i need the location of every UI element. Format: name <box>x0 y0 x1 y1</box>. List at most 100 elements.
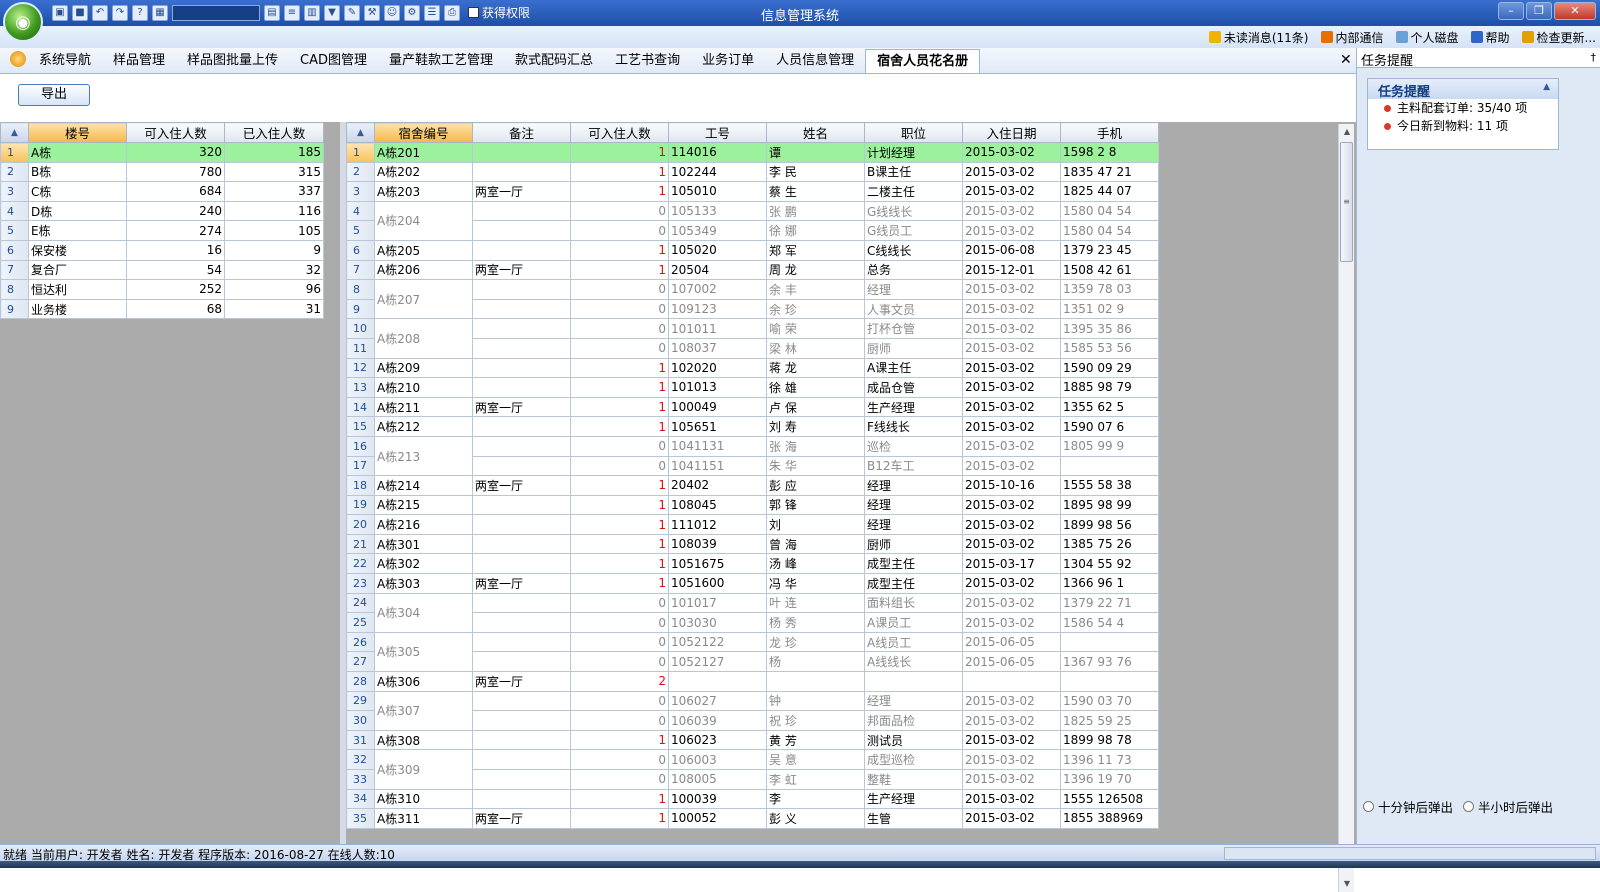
table-cell[interactable]: 李 虹 <box>766 769 865 790</box>
table-cell[interactable]: 1 <box>570 416 669 437</box>
table-cell[interactable] <box>472 690 571 712</box>
table-cell[interactable]: 1379 23 45 <box>1060 239 1159 261</box>
table-cell[interactable] <box>472 220 571 241</box>
table-cell[interactable]: 105133 <box>668 200 767 222</box>
table-row[interactable]: 12 A栋209 1 102020 蒋 龙 A课主任 2015-03-02 1590 09 2… <box>346 357 1159 379</box>
table-cell[interactable]: 1385 75 26 <box>1060 533 1159 555</box>
table-cell[interactable]: 109123 <box>668 298 767 320</box>
table-cell[interactable]: 2015-03-02 <box>962 220 1061 241</box>
room-id-cell[interactable]: A栋309 <box>374 749 473 790</box>
table-cell[interactable]: 卢 保 <box>766 396 865 418</box>
row-number[interactable]: 32 <box>346 749 375 770</box>
table-cell[interactable] <box>472 279 571 300</box>
row-number[interactable]: 11 <box>346 337 375 359</box>
table-cell[interactable]: 1 <box>570 808 669 829</box>
row-number[interactable]: 24 <box>346 592 375 614</box>
table-cell[interactable]: 吴 意 <box>766 749 865 770</box>
tab-2[interactable]: 样品图批量上传 <box>176 49 289 73</box>
table-cell[interactable]: 102244 <box>668 161 767 183</box>
table-cell[interactable]: 1 <box>570 475 669 496</box>
table-cell[interactable]: 114016 <box>668 142 767 163</box>
row-number[interactable]: 21 <box>346 533 375 555</box>
ten-minute-radio[interactable]: 十分钟后弹出 <box>1363 797 1453 816</box>
table-cell[interactable]: A课员工 <box>864 612 963 633</box>
table-cell[interactable]: 曾 海 <box>766 533 865 555</box>
tab-9[interactable]: 宿舍人员花名册 <box>865 49 981 73</box>
table-cell[interactable]: 恒达利 <box>28 279 127 300</box>
table-cell[interactable]: 1 <box>570 357 669 379</box>
export-button[interactable]: 导出 <box>18 84 90 106</box>
table-cell[interactable]: G线员工 <box>864 220 963 241</box>
table-cell[interactable]: 105 <box>224 220 324 241</box>
table-cell[interactable]: 经理 <box>864 514 963 535</box>
table-cell[interactable]: 103030 <box>668 612 767 633</box>
table-cell[interactable]: 两室一厅 <box>472 808 571 829</box>
row-number[interactable]: 2 <box>0 161 29 183</box>
table-cell[interactable]: 0 <box>570 592 669 614</box>
table-cell[interactable]: 面料组长 <box>864 592 963 614</box>
table-cell[interactable]: 9 <box>224 239 324 261</box>
table-cell[interactable]: 16 <box>126 239 225 261</box>
table-cell[interactable] <box>472 357 571 379</box>
table-row[interactable]: 10 A栋208 0 101011 喻 荣打杯仓管 2015-03-02 1395 35 8… <box>346 318 1159 359</box>
edit-icon[interactable]: ✎ <box>344 4 360 21</box>
row-number[interactable]: 17 <box>346 455 375 477</box>
table-cell[interactable]: 钟 <box>766 690 865 712</box>
table-cell[interactable]: 1855 388969 <box>1060 808 1159 829</box>
row-number[interactable]: 3 <box>346 181 375 202</box>
table-cell[interactable]: 31 <box>224 298 324 320</box>
menu-item-4[interactable]: 检查更新... <box>1521 29 1596 46</box>
table-cell[interactable]: 2015-06-08 <box>962 239 1061 261</box>
table-cell[interactable]: 复合厂 <box>28 259 127 281</box>
table-cell[interactable]: E栋 <box>28 220 127 241</box>
table-cell[interactable]: 2015-03-02 <box>962 710 1061 731</box>
table-cell[interactable]: 1396 19 70 <box>1060 769 1159 790</box>
row-number[interactable]: 31 <box>346 729 375 751</box>
table-cell[interactable]: 2015-03-02 <box>962 279 1061 300</box>
table-row[interactable]: 28 A栋306 两室一厅 2 <box>346 671 1159 692</box>
table-cell[interactable]: 2015-03-17 <box>962 553 1061 575</box>
table-cell[interactable]: 2015-03-02 <box>962 612 1061 633</box>
row-number[interactable]: 14 <box>346 396 375 418</box>
table-row[interactable]: 19 A栋215 1 108045 郭 锋经理 2015-03-02 1895 98 99 <box>346 494 1159 516</box>
table-cell[interactable]: 1 <box>570 259 669 281</box>
row-number[interactable]: 10 <box>346 318 375 339</box>
table-cell[interactable]: 1835 47 21 <box>1060 161 1159 183</box>
table-cell[interactable]: 2015-03-02 <box>962 377 1061 398</box>
table-cell[interactable]: 0 <box>570 651 669 673</box>
table-cell[interactable]: 1895 98 99 <box>1060 494 1159 516</box>
row-number[interactable]: 26 <box>346 631 375 653</box>
table-cell[interactable]: 经理 <box>864 475 963 496</box>
half-hour-radio[interactable]: 半小时后弹出 <box>1463 797 1553 816</box>
row-number[interactable]: 8 <box>346 279 375 300</box>
room-id-cell[interactable]: A栋213 <box>374 435 473 477</box>
table-cell[interactable] <box>472 553 571 575</box>
room-id-cell[interactable]: A栋308 <box>374 729 473 751</box>
table-cell[interactable]: 2015-03-02 <box>962 416 1061 437</box>
table-row[interactable]: 35 A栋311 两室一厅 1 100052 彭 义生管 2015-03-02 1855 38… <box>346 808 1159 829</box>
table-row[interactable]: 6 保安楼 16 9 <box>0 239 324 261</box>
table-cell[interactable]: 经理 <box>864 279 963 300</box>
table-cell[interactable]: 1885 98 79 <box>1060 377 1159 398</box>
table-cell[interactable]: 102020 <box>668 357 767 379</box>
table-cell[interactable] <box>472 612 571 633</box>
table-cell[interactable]: 2 <box>570 671 669 692</box>
room-id-cell[interactable]: A栋207 <box>374 279 473 320</box>
table-cell[interactable]: 1396 11 73 <box>1060 749 1159 770</box>
row-number[interactable]: 33 <box>346 769 375 790</box>
table-cell[interactable]: 经理 <box>864 690 963 712</box>
table-cell[interactable]: 0 <box>570 279 669 300</box>
table-cell[interactable]: 2015-03-02 <box>962 494 1061 516</box>
column-header[interactable]: 可入住人数 <box>570 122 669 143</box>
menu-item-1[interactable]: 内部通信 <box>1320 29 1384 46</box>
user-icon[interactable]: ☺ <box>384 4 400 21</box>
table-cell[interactable]: 68 <box>126 298 225 320</box>
table-cell[interactable]: 0 <box>570 690 669 712</box>
table-cell[interactable]: 185 <box>224 142 324 163</box>
table-cell[interactable]: 2015-03-02 <box>962 769 1061 790</box>
table-cell[interactable]: 2015-06-05 <box>962 631 1061 653</box>
table-cell[interactable] <box>1060 631 1159 653</box>
table-cell[interactable]: 邦面品检 <box>864 710 963 731</box>
row-number[interactable]: 9 <box>346 298 375 320</box>
table-cell[interactable]: 祝 珍 <box>766 710 865 731</box>
